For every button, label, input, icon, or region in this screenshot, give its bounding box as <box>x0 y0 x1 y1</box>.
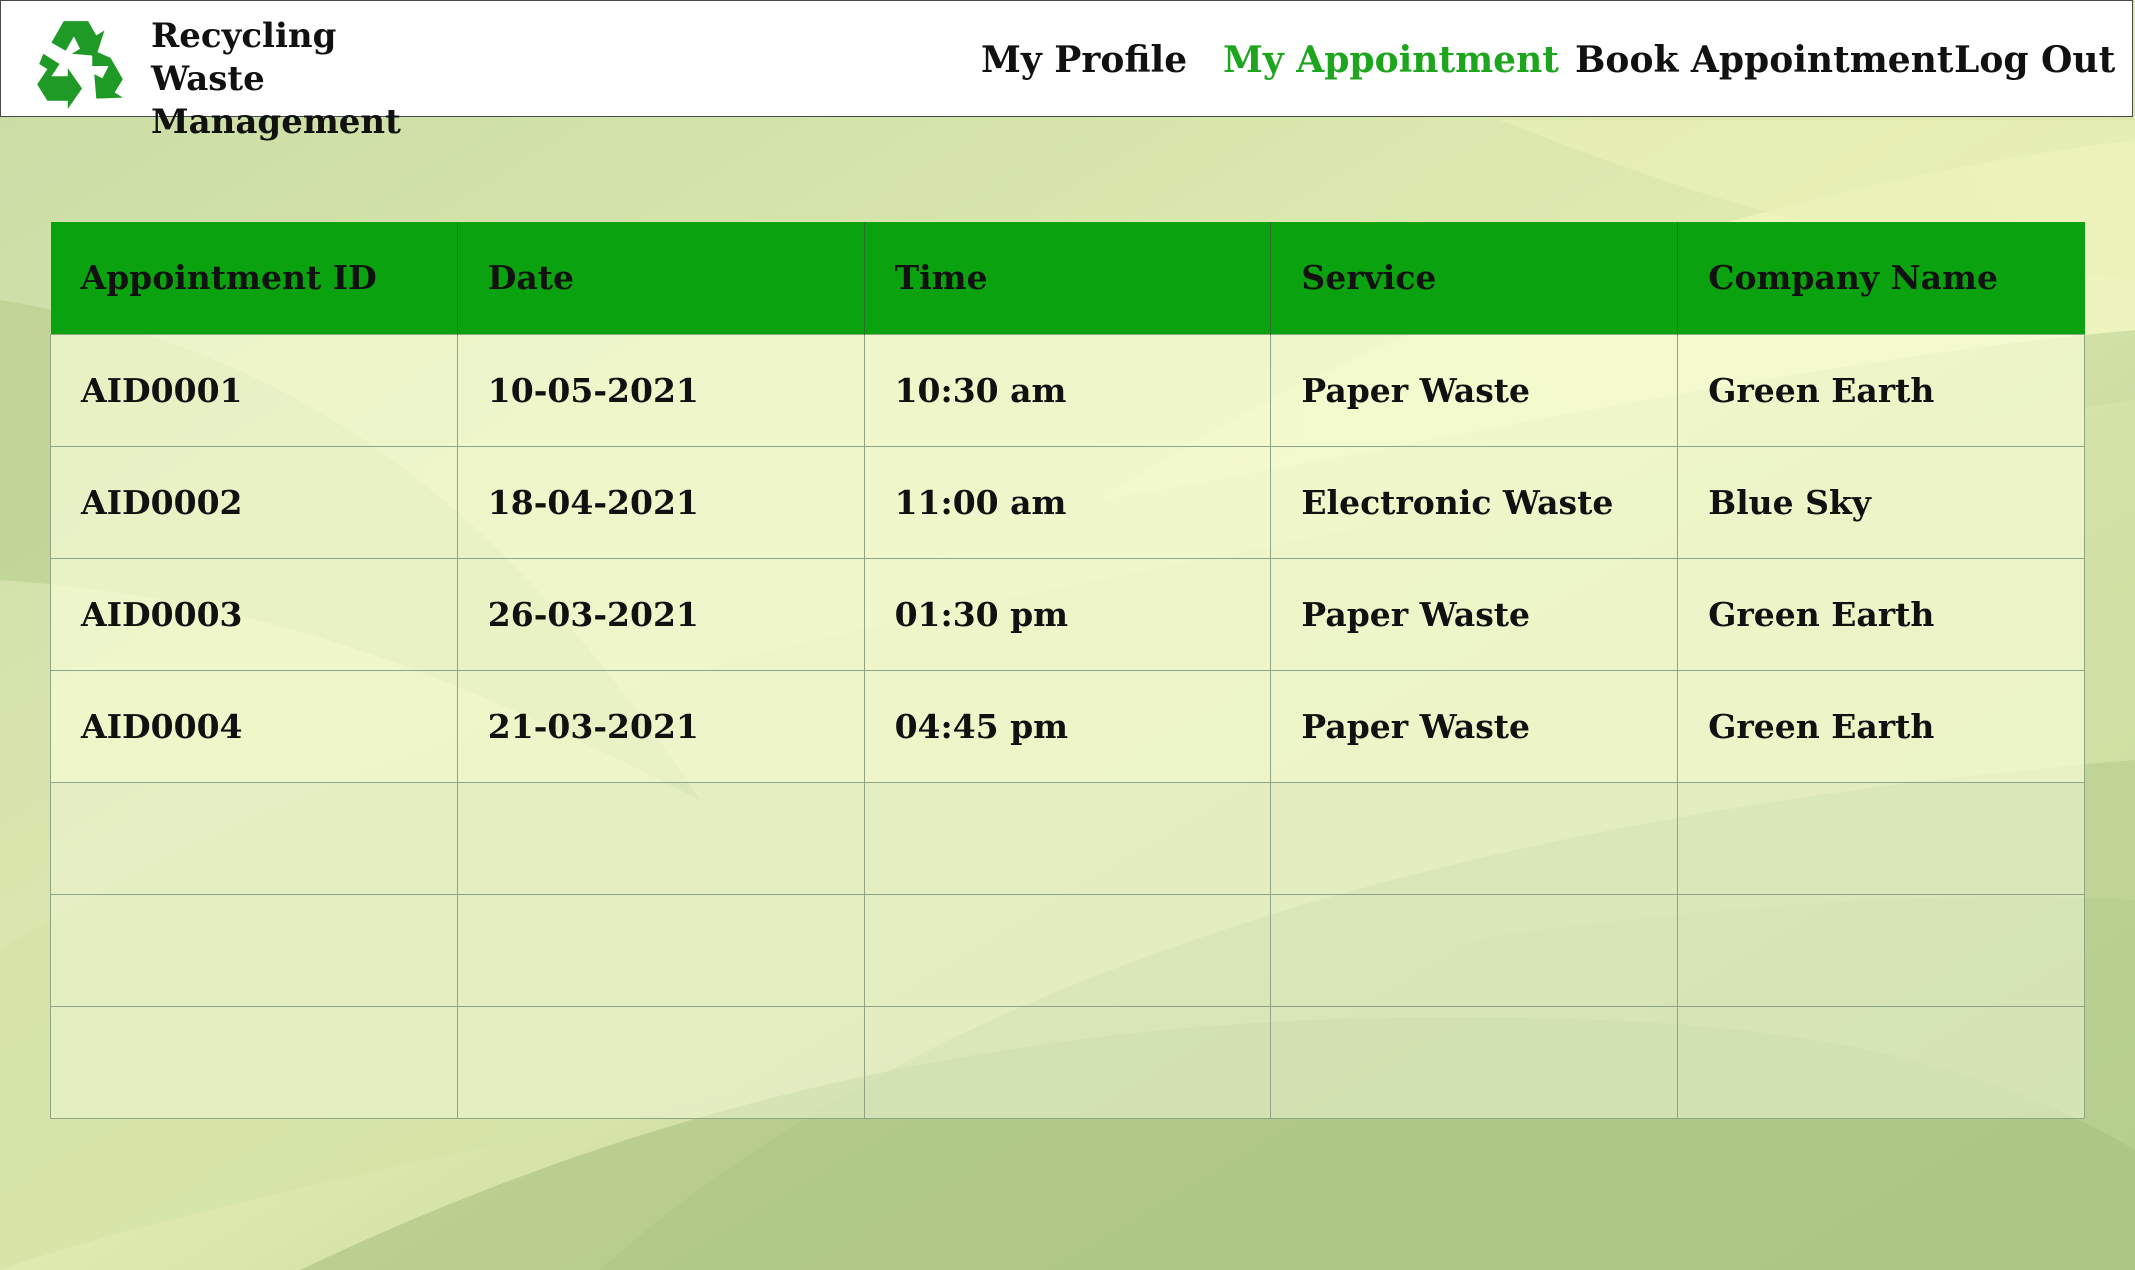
cell-time: 04:45 pm <box>863 669 1272 783</box>
app-title: Recycling Waste Management <box>151 15 451 144</box>
cell-appointment-id <box>50 893 458 1007</box>
table-row: AID0003 26-03-2021 01:30 pm Paper Waste … <box>50 557 2085 671</box>
table-row: AID0004 21-03-2021 04:45 pm Paper Waste … <box>50 669 2085 783</box>
cell-service <box>1270 893 1679 1007</box>
top-header: Recycling Waste Management My Profile My… <box>0 0 2133 142</box>
cell-appointment-id <box>50 1005 458 1119</box>
cell-appointment-id <box>50 781 458 895</box>
cell-date <box>456 893 865 1007</box>
cell-time <box>863 781 1272 895</box>
cell-appointment-id: AID0002 <box>50 445 458 559</box>
header-service: Service <box>1270 222 1679 334</box>
cell-company-name: Green Earth <box>1677 669 2085 783</box>
header-appointment-id: Appointment ID <box>50 222 458 334</box>
cell-service: Paper Waste <box>1270 669 1679 783</box>
cell-company-name: Green Earth <box>1677 557 2085 671</box>
table-header-row: Appointment ID Date Time Service Company… <box>50 222 2085 334</box>
cell-date <box>456 1005 865 1119</box>
appointments-table-container: Appointment ID Date Time Service Company… <box>50 222 2085 1119</box>
app-title-line1: Recycling Waste <box>151 16 337 99</box>
header-company-name: Company Name <box>1677 222 2085 334</box>
appointments-table: Appointment ID Date Time Service Company… <box>50 222 2085 1119</box>
cell-date: 18-04-2021 <box>456 445 865 559</box>
header-time: Time <box>864 222 1272 334</box>
table-row-empty <box>50 1005 2085 1119</box>
nav-book-appointment[interactable]: Book Appointment <box>1575 1 1954 118</box>
recycle-icon <box>37 21 123 109</box>
cell-company-name: Green Earth <box>1677 333 2085 447</box>
cell-company-name <box>1677 893 2085 1007</box>
table-row-empty <box>50 781 2085 895</box>
cell-company-name <box>1677 1005 2085 1119</box>
cell-service <box>1270 781 1679 895</box>
cell-time <box>863 1005 1272 1119</box>
table-row: AID0001 10-05-2021 10:30 am Paper Waste … <box>50 333 2085 447</box>
cell-service: Paper Waste <box>1270 333 1679 447</box>
cell-service: Paper Waste <box>1270 557 1679 671</box>
cell-appointment-id: AID0004 <box>50 669 458 783</box>
cell-date: 10-05-2021 <box>456 333 865 447</box>
nav-my-profile[interactable]: My Profile <box>981 1 1187 118</box>
cell-company-name <box>1677 781 2085 895</box>
nav-my-appointment[interactable]: My Appointment <box>1223 1 1559 118</box>
app-title-line2: Management <box>151 102 401 142</box>
cell-date: 21-03-2021 <box>456 669 865 783</box>
cell-date <box>456 781 865 895</box>
cell-time: 01:30 pm <box>863 557 1272 671</box>
cell-date: 26-03-2021 <box>456 557 865 671</box>
cell-appointment-id: AID0003 <box>50 557 458 671</box>
table-row: AID0002 18-04-2021 11:00 am Electronic W… <box>50 445 2085 559</box>
cell-time: 11:00 am <box>863 445 1272 559</box>
header-date: Date <box>457 222 865 334</box>
cell-service <box>1270 1005 1679 1119</box>
cell-company-name: Blue Sky <box>1677 445 2085 559</box>
nav-log-out[interactable]: Log Out <box>1954 1 2115 118</box>
cell-appointment-id: AID0001 <box>50 333 458 447</box>
cell-time: 10:30 am <box>863 333 1272 447</box>
table-row-empty <box>50 893 2085 1007</box>
cell-time <box>863 893 1272 1007</box>
cell-service: Electronic Waste <box>1270 445 1679 559</box>
